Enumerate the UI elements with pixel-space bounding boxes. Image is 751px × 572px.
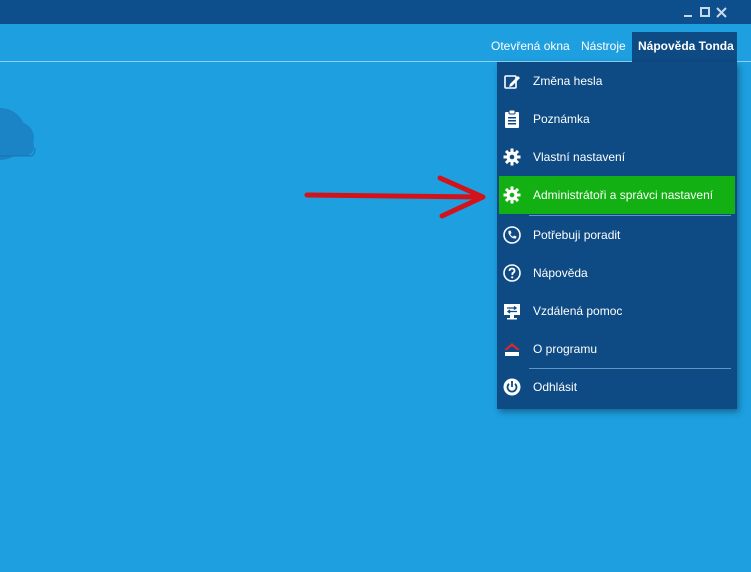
menu-item-label: Poznámka (533, 112, 590, 126)
menu-item-note[interactable]: Poznámka (497, 100, 737, 138)
minimize-icon[interactable] (681, 4, 695, 20)
menu-item-about[interactable]: O programu (497, 330, 737, 368)
menu-item-label: Vlastní nastavení (533, 150, 626, 164)
app-logo-icon (503, 340, 521, 358)
phone-icon (503, 226, 521, 244)
cloud-icon (0, 108, 36, 160)
menu-item-need-advice[interactable]: Potřebuji poradit (497, 216, 737, 254)
menu-item-custom-settings[interactable]: Vlastní nastavení (497, 138, 737, 176)
menu-item-admin-settings[interactable]: Administrátoři a správci nastavení (497, 176, 737, 214)
menu-item-label: Nápověda (533, 266, 588, 280)
menu-item-help[interactable]: Nápověda (497, 254, 737, 292)
nav-tools[interactable]: Nástroje (581, 32, 626, 60)
maximize-icon[interactable] (698, 4, 712, 20)
remote-help-icon (503, 302, 521, 320)
menu-item-logout[interactable]: Odhlásit (497, 368, 737, 406)
window-titlebar (0, 0, 751, 24)
menu-item-remote-help[interactable]: Vzdálená pomoc (497, 292, 737, 330)
password-change-icon (503, 72, 521, 90)
menu-item-label: O programu (533, 342, 598, 356)
menu-item-label: Odhlásit (533, 380, 578, 394)
menu-item-label: Změna hesla (533, 74, 603, 88)
red-arrow-annotation (304, 175, 486, 219)
nav-help-user-tab[interactable]: Nápověda Tonda (632, 32, 737, 62)
gear-icon (503, 186, 521, 204)
help-dropdown-menu: Změna hesla Poznámka Vlastní nastavení A… (497, 62, 737, 409)
question-icon (503, 264, 521, 282)
gear-icon (503, 148, 521, 166)
clipboard-icon (503, 109, 521, 128)
nav-open-windows[interactable]: Otevřená okna (491, 32, 570, 60)
menu-item-label: Potřebuji poradit (533, 228, 621, 242)
close-icon[interactable] (714, 4, 728, 20)
menu-item-label: Administrátoři a správci nastavení (533, 188, 714, 202)
power-icon (503, 378, 521, 396)
menu-item-label: Vzdálená pomoc (533, 304, 623, 318)
menu-item-change-password[interactable]: Změna hesla (497, 62, 737, 100)
nav-help-user-label: Nápověda Tonda (638, 39, 734, 53)
